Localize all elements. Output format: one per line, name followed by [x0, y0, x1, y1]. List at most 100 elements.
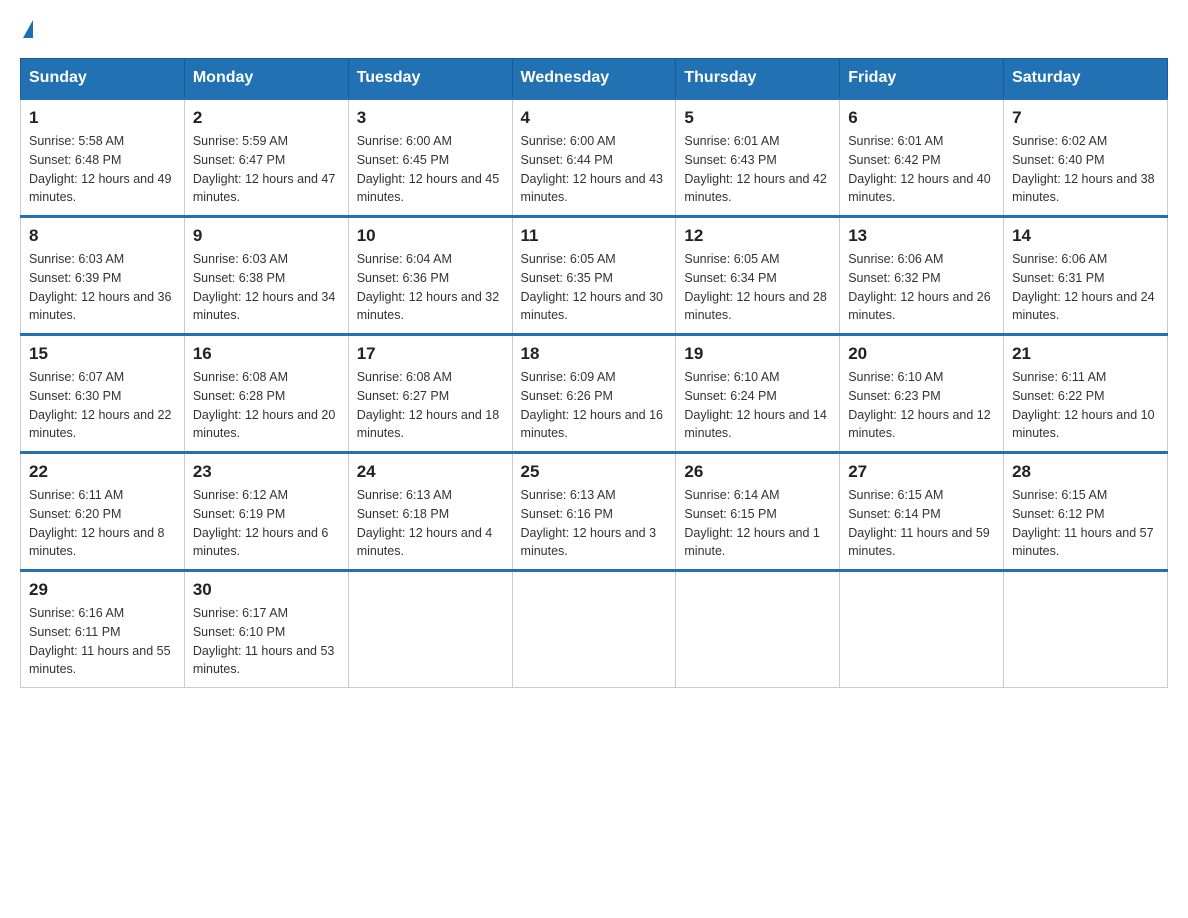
calendar-cell: 15 Sunrise: 6:07 AMSunset: 6:30 PMDayligh… — [21, 335, 185, 453]
day-info: Sunrise: 6:15 AMSunset: 6:14 PMDaylight:… — [848, 486, 995, 561]
calendar-cell: 18 Sunrise: 6:09 AMSunset: 6:26 PMDayligh… — [512, 335, 676, 453]
day-info: Sunrise: 5:59 AMSunset: 6:47 PMDaylight:… — [193, 132, 340, 207]
day-info: Sunrise: 6:09 AMSunset: 6:26 PMDaylight:… — [521, 368, 668, 443]
calendar-cell: 4 Sunrise: 6:00 AMSunset: 6:44 PMDaylight… — [512, 99, 676, 217]
day-info: Sunrise: 6:06 AMSunset: 6:31 PMDaylight:… — [1012, 250, 1159, 325]
day-info: Sunrise: 6:08 AMSunset: 6:27 PMDaylight:… — [357, 368, 504, 443]
day-info: Sunrise: 6:05 AMSunset: 6:35 PMDaylight:… — [521, 250, 668, 325]
calendar-cell: 8 Sunrise: 6:03 AMSunset: 6:39 PMDaylight… — [21, 217, 185, 335]
calendar-cell: 14 Sunrise: 6:06 AMSunset: 6:31 PMDayligh… — [1004, 217, 1168, 335]
day-info: Sunrise: 6:08 AMSunset: 6:28 PMDaylight:… — [193, 368, 340, 443]
day-number: 21 — [1012, 344, 1159, 364]
day-info: Sunrise: 6:02 AMSunset: 6:40 PMDaylight:… — [1012, 132, 1159, 207]
day-info: Sunrise: 6:17 AMSunset: 6:10 PMDaylight:… — [193, 604, 340, 679]
calendar-cell — [1004, 571, 1168, 688]
weekday-header-wednesday: Wednesday — [512, 59, 676, 99]
calendar-cell: 16Sunrise: 6:08 AMSunset: 6:28 PMDayligh… — [184, 335, 348, 453]
day-info: Sunrise: 6:14 AMSunset: 6:15 PMDaylight:… — [684, 486, 831, 561]
calendar-cell: 1Sunrise: 5:58 AMSunset: 6:48 PMDaylight… — [21, 99, 185, 217]
calendar-cell: 11 Sunrise: 6:05 AMSunset: 6:35 PMDayligh… — [512, 217, 676, 335]
weekday-header-sunday: Sunday — [21, 59, 185, 99]
weekday-header-row: SundayMondayTuesdayWednesdayThursdayFrid… — [21, 59, 1168, 99]
calendar-table: SundayMondayTuesdayWednesdayThursdayFrid… — [20, 58, 1168, 688]
day-number: 11 — [521, 226, 668, 246]
day-info: Sunrise: 6:11 AMSunset: 6:20 PMDaylight:… — [29, 486, 176, 561]
day-number: 23 — [193, 462, 340, 482]
week-row-2: 8 Sunrise: 6:03 AMSunset: 6:39 PMDaylight… — [21, 217, 1168, 335]
weekday-header-friday: Friday — [840, 59, 1004, 99]
logo — [20, 20, 33, 38]
day-number: 19 — [684, 344, 831, 364]
day-info: Sunrise: 6:11 AMSunset: 6:22 PMDaylight:… — [1012, 368, 1159, 443]
day-info: Sunrise: 6:13 AMSunset: 6:16 PMDaylight:… — [521, 486, 668, 561]
weekday-header-saturday: Saturday — [1004, 59, 1168, 99]
day-number: 10 — [357, 226, 504, 246]
day-info: Sunrise: 6:00 AMSunset: 6:44 PMDaylight:… — [521, 132, 668, 207]
day-number: 8 — [29, 226, 176, 246]
day-number: 14 — [1012, 226, 1159, 246]
calendar-cell — [348, 571, 512, 688]
day-number: 6 — [848, 108, 995, 128]
logo-triangle-icon — [23, 20, 33, 38]
day-info: Sunrise: 6:12 AMSunset: 6:19 PMDaylight:… — [193, 486, 340, 561]
day-info: Sunrise: 6:03 AMSunset: 6:39 PMDaylight:… — [29, 250, 176, 325]
calendar-cell: 9 Sunrise: 6:03 AMSunset: 6:38 PMDaylight… — [184, 217, 348, 335]
day-number: 17 — [357, 344, 504, 364]
day-number: 7 — [1012, 108, 1159, 128]
day-info: Sunrise: 6:03 AMSunset: 6:38 PMDaylight:… — [193, 250, 340, 325]
day-info: Sunrise: 6:13 AMSunset: 6:18 PMDaylight:… — [357, 486, 504, 561]
calendar-cell: 12 Sunrise: 6:05 AMSunset: 6:34 PMDayligh… — [676, 217, 840, 335]
calendar-cell: 17 Sunrise: 6:08 AMSunset: 6:27 PMDayligh… — [348, 335, 512, 453]
day-number: 29 — [29, 580, 176, 600]
calendar-cell: 27Sunrise: 6:15 AMSunset: 6:14 PMDayligh… — [840, 453, 1004, 571]
calendar-cell: 28 Sunrise: 6:15 AMSunset: 6:12 PMDayligh… — [1004, 453, 1168, 571]
weekday-header-tuesday: Tuesday — [348, 59, 512, 99]
day-number: 24 — [357, 462, 504, 482]
day-number: 18 — [521, 344, 668, 364]
day-number: 15 — [29, 344, 176, 364]
calendar-cell — [676, 571, 840, 688]
calendar-cell: 13 Sunrise: 6:06 AMSunset: 6:32 PMDayligh… — [840, 217, 1004, 335]
week-row-4: 22 Sunrise: 6:11 AMSunset: 6:20 PMDayligh… — [21, 453, 1168, 571]
calendar-cell: 26Sunrise: 6:14 AMSunset: 6:15 PMDayligh… — [676, 453, 840, 571]
week-row-5: 29 Sunrise: 6:16 AMSunset: 6:11 PMDayligh… — [21, 571, 1168, 688]
calendar-cell: 7 Sunrise: 6:02 AMSunset: 6:40 PMDaylight… — [1004, 99, 1168, 217]
page-header — [20, 20, 1168, 38]
calendar-cell: 20Sunrise: 6:10 AMSunset: 6:23 PMDayligh… — [840, 335, 1004, 453]
day-info: Sunrise: 6:15 AMSunset: 6:12 PMDaylight:… — [1012, 486, 1159, 561]
calendar-cell: 3Sunrise: 6:00 AMSunset: 6:45 PMDaylight… — [348, 99, 512, 217]
day-info: Sunrise: 6:01 AMSunset: 6:42 PMDaylight:… — [848, 132, 995, 207]
calendar-cell: 10 Sunrise: 6:04 AMSunset: 6:36 PMDayligh… — [348, 217, 512, 335]
day-info: Sunrise: 6:07 AMSunset: 6:30 PMDaylight:… — [29, 368, 176, 443]
calendar-cell: 19Sunrise: 6:10 AMSunset: 6:24 PMDayligh… — [676, 335, 840, 453]
calendar-cell: 2 Sunrise: 5:59 AMSunset: 6:47 PMDaylight… — [184, 99, 348, 217]
calendar-cell: 24 Sunrise: 6:13 AMSunset: 6:18 PMDayligh… — [348, 453, 512, 571]
weekday-header-monday: Monday — [184, 59, 348, 99]
day-number: 13 — [848, 226, 995, 246]
calendar-cell: 30 Sunrise: 6:17 AMSunset: 6:10 PMDayligh… — [184, 571, 348, 688]
calendar-cell: 21 Sunrise: 6:11 AMSunset: 6:22 PMDayligh… — [1004, 335, 1168, 453]
calendar-cell: 22 Sunrise: 6:11 AMSunset: 6:20 PMDayligh… — [21, 453, 185, 571]
week-row-1: 1Sunrise: 5:58 AMSunset: 6:48 PMDaylight… — [21, 99, 1168, 217]
day-number: 2 — [193, 108, 340, 128]
day-number: 12 — [684, 226, 831, 246]
calendar-cell — [512, 571, 676, 688]
calendar-cell: 5 Sunrise: 6:01 AMSunset: 6:43 PMDaylight… — [676, 99, 840, 217]
day-number: 9 — [193, 226, 340, 246]
day-info: Sunrise: 6:06 AMSunset: 6:32 PMDaylight:… — [848, 250, 995, 325]
day-info: Sunrise: 6:05 AMSunset: 6:34 PMDaylight:… — [684, 250, 831, 325]
day-info: Sunrise: 6:04 AMSunset: 6:36 PMDaylight:… — [357, 250, 504, 325]
day-info: Sunrise: 6:16 AMSunset: 6:11 PMDaylight:… — [29, 604, 176, 679]
day-number: 5 — [684, 108, 831, 128]
day-number: 28 — [1012, 462, 1159, 482]
calendar-cell: 23 Sunrise: 6:12 AMSunset: 6:19 PMDayligh… — [184, 453, 348, 571]
calendar-cell: 25Sunrise: 6:13 AMSunset: 6:16 PMDayligh… — [512, 453, 676, 571]
day-number: 20 — [848, 344, 995, 364]
day-info: Sunrise: 6:01 AMSunset: 6:43 PMDaylight:… — [684, 132, 831, 207]
day-number: 1 — [29, 108, 176, 128]
calendar-cell: 6 Sunrise: 6:01 AMSunset: 6:42 PMDaylight… — [840, 99, 1004, 217]
day-number: 30 — [193, 580, 340, 600]
day-number: 4 — [521, 108, 668, 128]
day-number: 22 — [29, 462, 176, 482]
week-row-3: 15 Sunrise: 6:07 AMSunset: 6:30 PMDayligh… — [21, 335, 1168, 453]
